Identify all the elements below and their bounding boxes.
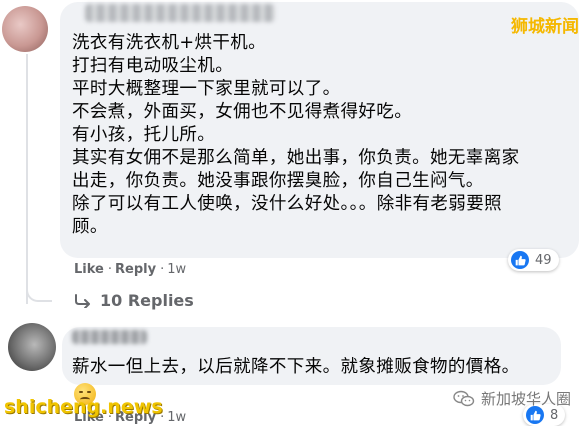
comment-line: 不会煮，外面买，女佣也不见得煮得好吃。 <box>72 102 413 122</box>
watermark-bottom-left: shicheng.news <box>4 396 163 418</box>
blurred-commenter-name <box>85 4 275 22</box>
view-replies-link[interactable]: 10 Replies <box>74 291 194 310</box>
blurred-commenter-name <box>72 330 147 344</box>
like-icon <box>511 251 529 269</box>
comment-line: 洗衣有洗衣机+烘干机。 <box>72 33 267 53</box>
reply-link[interactable]: Reply <box>115 262 156 277</box>
reply-arrow-icon <box>75 293 90 308</box>
watermark-bottom-right: 新加坡华人圈 <box>453 388 571 409</box>
comment-text: 洗衣有洗衣机+烘干机。 打扫有电动吸尘机。 平时大概整理一下家里就可以了。 不会… <box>72 32 572 239</box>
reaction-count-badge[interactable]: 49 <box>508 249 559 271</box>
comment-time[interactable]: 1w <box>167 262 186 277</box>
commenter-avatar[interactable] <box>8 323 56 371</box>
separator-dot: · <box>107 262 112 277</box>
commenter-avatar[interactable] <box>2 6 48 52</box>
wechat-icon <box>453 390 475 406</box>
comment-line: 顾。 <box>72 217 108 237</box>
comment-actions: Like · Reply · 1w <box>74 262 190 277</box>
comment-line: 出走，你负责。她没事跟你摆臭脸，你自己生闷气。 <box>72 171 484 191</box>
comment-line: 除了可以有工人使唤，没什么好处。。。除非有老弱要照 <box>72 194 502 214</box>
watermark-text: 新加坡华人圈 <box>481 390 572 408</box>
comment-text: 薪水一但上去，以后就降不下来。就象摊贩食物的價格。 <box>72 357 520 377</box>
thread-line <box>26 54 28 304</box>
comment-time[interactable]: 1w <box>167 410 186 425</box>
like-link[interactable]: Like <box>74 262 104 277</box>
comment-line: 打扫有电动吸尘机。 <box>72 56 234 76</box>
comment-line: 平时大概整理一下家里就可以了。 <box>72 79 341 99</box>
separator-dot: · <box>160 262 165 277</box>
thread-connector <box>26 270 52 302</box>
reaction-count: 49 <box>535 252 552 268</box>
replies-label: 10 Replies <box>100 291 194 310</box>
comment-line: 其实有女佣不是那么简单，她出事，你负责。她无辜离家 <box>72 148 520 168</box>
reaction-count: 8 <box>550 407 559 423</box>
comment-line: 有小孩，托儿所。 <box>72 125 216 145</box>
